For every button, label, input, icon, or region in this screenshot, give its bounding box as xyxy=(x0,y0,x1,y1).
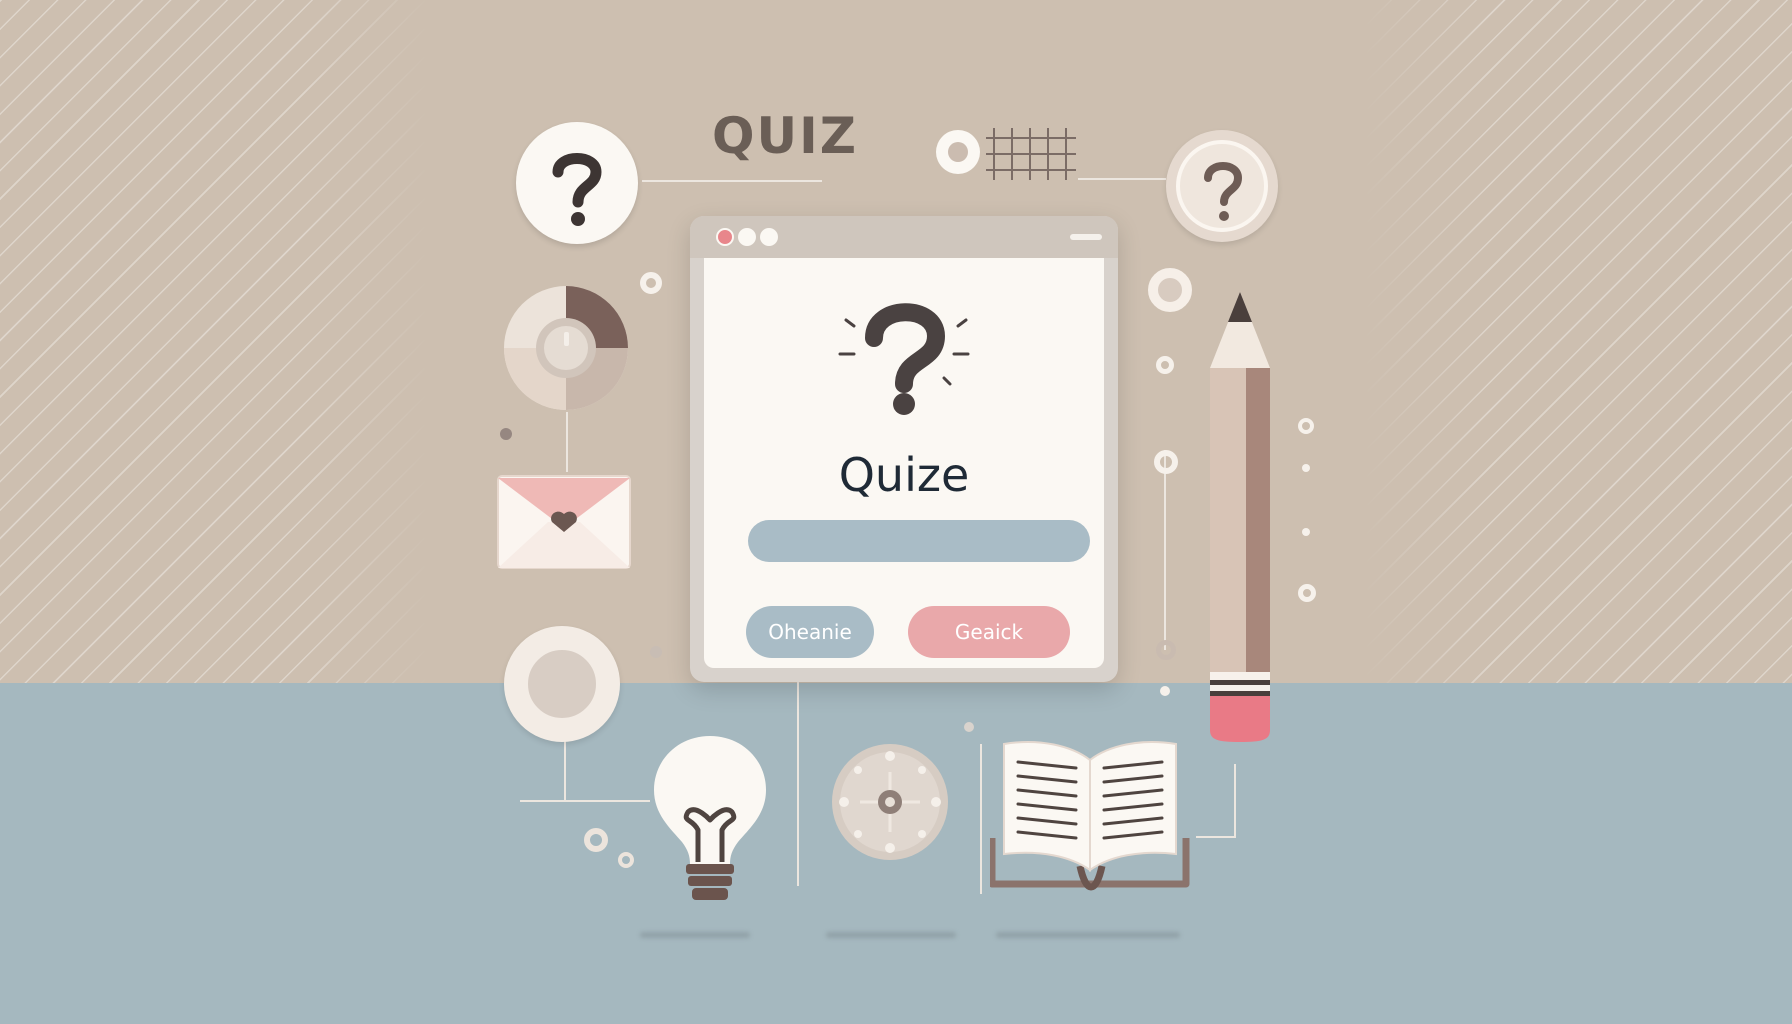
minimize-window-button[interactable] xyxy=(738,228,756,246)
ground-shadow xyxy=(826,932,956,938)
left-hatch-pattern xyxy=(0,0,430,683)
ring-icon xyxy=(504,626,620,742)
connector-line xyxy=(1078,178,1166,180)
small-dot xyxy=(1302,464,1310,472)
answer-input[interactable] xyxy=(748,520,1090,562)
ground-shadow xyxy=(640,932,750,938)
maximize-window-button[interactable] xyxy=(760,228,778,246)
question-mark-icon xyxy=(552,153,602,226)
window-titlebar xyxy=(690,216,1118,258)
question-circle xyxy=(516,122,638,244)
envelope-icon xyxy=(496,474,632,570)
connector-line xyxy=(797,680,799,886)
small-ring xyxy=(1156,640,1176,660)
small-ring xyxy=(1148,268,1192,312)
small-dot xyxy=(500,428,512,440)
connector-line xyxy=(642,180,822,182)
question-coin-icon xyxy=(1176,140,1268,232)
secondary-button[interactable]: Geaick xyxy=(908,606,1070,658)
connector-line xyxy=(1196,836,1236,838)
ground-shadow xyxy=(996,932,1180,938)
primary-button[interactable]: Oheanie xyxy=(746,606,874,658)
question-mark-icon xyxy=(838,303,970,415)
quiz-window: Quize Oheanie Geaick xyxy=(690,216,1118,682)
connector-line xyxy=(564,740,566,800)
connector-line xyxy=(980,744,982,894)
small-dot xyxy=(1160,686,1170,696)
question-coin xyxy=(1166,130,1278,242)
connector-line xyxy=(566,412,568,472)
window-menu-icon[interactable] xyxy=(1070,234,1102,240)
open-book-icon xyxy=(988,738,1190,898)
small-ring xyxy=(584,828,608,852)
window-content: Quize Oheanie Geaick xyxy=(704,258,1104,668)
small-ring xyxy=(640,272,662,294)
compass-icon xyxy=(830,742,950,862)
small-ring xyxy=(618,852,634,868)
small-dot xyxy=(650,646,662,658)
connector-line xyxy=(1164,450,1166,650)
small-ring xyxy=(1298,584,1316,602)
small-dot xyxy=(1302,528,1310,536)
pencil-icon xyxy=(1202,290,1278,744)
small-ring xyxy=(1156,356,1174,374)
window-title: Quize xyxy=(838,448,970,502)
small-ring xyxy=(1298,418,1314,434)
connector-line xyxy=(1234,764,1236,836)
connector-line xyxy=(520,800,650,802)
heading-quiz: QUIZ xyxy=(712,107,858,165)
lightbulb-icon xyxy=(652,734,768,906)
grid-icon xyxy=(934,124,1082,182)
close-window-button[interactable] xyxy=(716,228,734,246)
small-dot xyxy=(964,722,974,732)
small-ring xyxy=(1154,450,1178,474)
right-hatch-pattern xyxy=(1362,0,1792,683)
pie-chart-icon xyxy=(502,284,630,412)
